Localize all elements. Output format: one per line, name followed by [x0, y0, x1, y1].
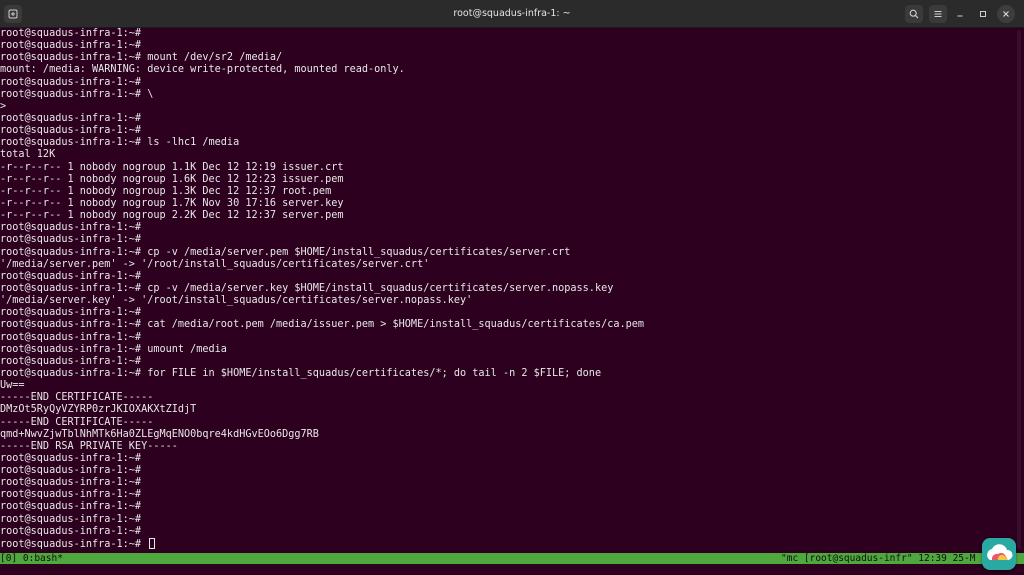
scrollbar[interactable] [1017, 30, 1021, 549]
terminal-line: root@squadus-infra-1:~# umount /media [0, 343, 227, 355]
close-icon [1003, 11, 1009, 17]
terminal-line: root@squadus-infra-1:~# ls -lhc1 /media [0, 137, 240, 149]
terminal-line: root@squadus-infra-1:~# [0, 489, 142, 501]
terminal-line: mount: /media: WARNING: device write-pro… [0, 64, 405, 76]
terminal-line: root@squadus-infra-1:~# [0, 452, 142, 464]
terminal-line: root@squadus-infra-1:~# [0, 477, 142, 489]
terminal-line: -r--r--r-- 1 nobody nogroup 1.6K Dec 12 … [0, 173, 344, 185]
terminal-line: DMzOt5RyQyVZYRP0zrJKIOXAKXtZIdjT [0, 404, 197, 416]
terminal-line: root@squadus-infra-1:~# [0, 28, 142, 39]
terminal-output[interactable]: root@squadus-infra-1:~# root@squadus-infr… [0, 28, 1024, 553]
minimize-button[interactable] [951, 5, 969, 23]
terminal-line: -r--r--r-- 1 nobody nogroup 1.7K Nov 30 … [0, 197, 344, 209]
close-button[interactable] [997, 5, 1015, 23]
search-button[interactable] [905, 5, 923, 23]
terminal-line: -r--r--r-- 1 nobody nogroup 1.3K Dec 12 … [0, 185, 332, 197]
terminal-window: root@squadus-infra-1: ~ root@squadus-inf… [0, 0, 1024, 575]
terminal-line: root@squadus-infra-1:~# cat /media/root.… [0, 319, 645, 331]
terminal-line: root@squadus-infra-1:~# for FILE in $HOM… [0, 367, 602, 379]
terminal-line: -----END CERTIFICATE----- [0, 392, 154, 404]
title-bar: root@squadus-infra-1: ~ [0, 0, 1024, 28]
terminal-line: root@squadus-infra-1:~# [0, 465, 142, 477]
terminal-line: root@squadus-infra-1:~# [0, 234, 142, 246]
terminal-line: root@squadus-infra-1:~# [0, 525, 142, 537]
window-title: root@squadus-infra-1: ~ [453, 8, 571, 19]
terminal-line: -----END RSA PRIVATE KEY----- [0, 440, 178, 452]
terminal-line: -r--r--r-- 1 nobody nogroup 2.2K Dec 12 … [0, 210, 344, 222]
maximize-button[interactable] [974, 5, 992, 23]
minimize-icon [957, 15, 963, 17]
terminal-line: root@squadus-infra-1:~# cp -v /media/ser… [0, 246, 571, 258]
menu-button[interactable] [929, 5, 947, 23]
terminal-line: -r--r--r-- 1 nobody nogroup 1.1K Dec 12 … [0, 161, 344, 173]
hamburger-menu-icon [934, 11, 942, 17]
terminal-line: root@squadus-infra-1:~# cp -v /media/ser… [0, 282, 614, 294]
terminal-line: Uw== [0, 380, 25, 392]
terminal-line: root@squadus-infra-1:~# [0, 125, 142, 137]
terminal-line: root@squadus-infra-1:~# [0, 222, 142, 234]
bottom-strip [0, 564, 1024, 575]
status-right: "mc [root@squadus-infr" 12:39 25-M [781, 553, 976, 564]
text-cursor [149, 537, 156, 549]
terminal-line: -----END CERTIFICATE----- [0, 416, 154, 428]
terminal-line: '/media/server.pem' -> '/root/install_sq… [0, 258, 430, 270]
tmux-status-bar: [0] 0:bash* "mc [root@squadus-infr" 12:3… [0, 553, 1024, 564]
terminal-line: root@squadus-infra-1:~# [0, 537, 1024, 550]
terminal-line: total 12K [0, 149, 56, 161]
terminal-line: root@squadus-infra-1:~# [0, 355, 142, 367]
cloud-logo-icon [987, 544, 1013, 560]
terminal-line: qmd+NwvZjwTblNhMTk6Ha0ZLEgMqENO0bqre4kdH… [0, 428, 319, 440]
terminal-line: root@squadus-infra-1:~# [0, 112, 142, 124]
search-icon [909, 9, 919, 19]
terminal-line: > [0, 100, 7, 112]
maximize-icon [980, 11, 986, 17]
terminal-line: root@squadus-infra-1:~# [0, 513, 142, 525]
terminal-line: root@squadus-infra-1:~# [0, 501, 142, 513]
terminal-line: root@squadus-infra-1:~# mount /dev/sr2 /… [0, 52, 283, 64]
terminal-line: root@squadus-infra-1:~# [0, 76, 142, 88]
terminal-line: root@squadus-infra-1:~# [0, 307, 142, 319]
status-left: [0] 0:bash* [0, 553, 63, 564]
terminal-line: root@squadus-infra-1:~# [0, 270, 142, 282]
terminal-line: '/media/server.key' -> '/root/install_sq… [0, 295, 473, 307]
terminal-line: root@squadus-infra-1:~# \ [0, 88, 154, 100]
app-logo [982, 538, 1016, 570]
terminal-line: root@squadus-infra-1:~# [0, 40, 142, 52]
terminal-line: root@squadus-infra-1:~# [0, 331, 142, 343]
